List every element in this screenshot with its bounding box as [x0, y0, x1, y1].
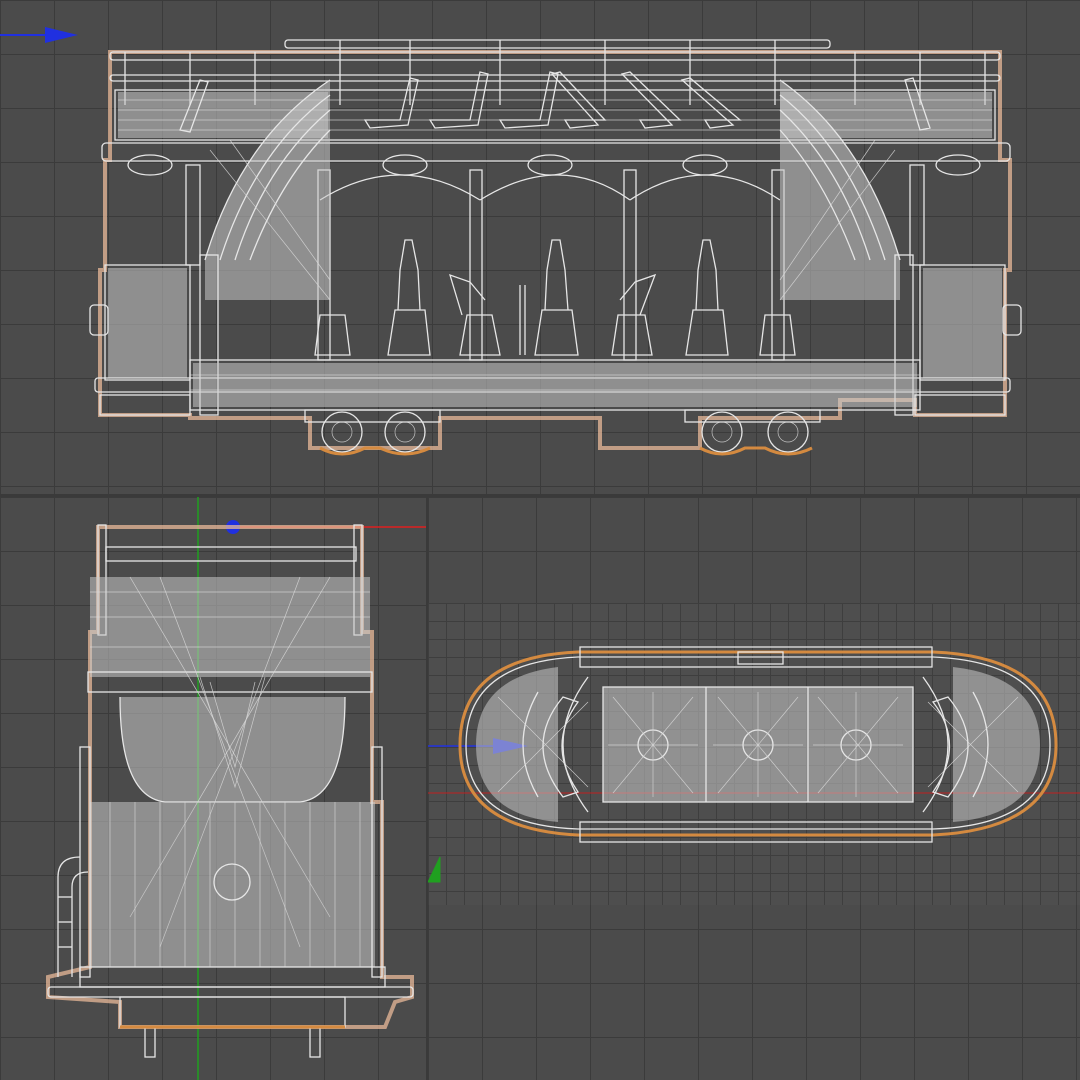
front-view-wireframe: [0, 27, 1022, 456]
z-axis-arrow: [0, 27, 78, 43]
top-left-dome: [476, 667, 589, 822]
side-view-wireframe: [46, 497, 426, 1080]
side-base: [47, 966, 414, 1058]
viewport-side[interactable]: [0, 497, 426, 1080]
top-y-axis-marker: [428, 856, 441, 883]
top-central-body: [579, 646, 933, 843]
viewport-top[interactable]: [428, 497, 1080, 1080]
side-ladder: [57, 856, 89, 977]
chassis: [94, 359, 1011, 416]
arches: [317, 169, 785, 361]
viewport-front[interactable]: [0, 0, 1080, 494]
side-top-frame: [87, 524, 373, 693]
top-right-dome: [922, 667, 1040, 822]
upper-deck: [101, 89, 1011, 162]
lower-seats: [314, 239, 796, 356]
top-view-wireframe: [428, 646, 1080, 883]
